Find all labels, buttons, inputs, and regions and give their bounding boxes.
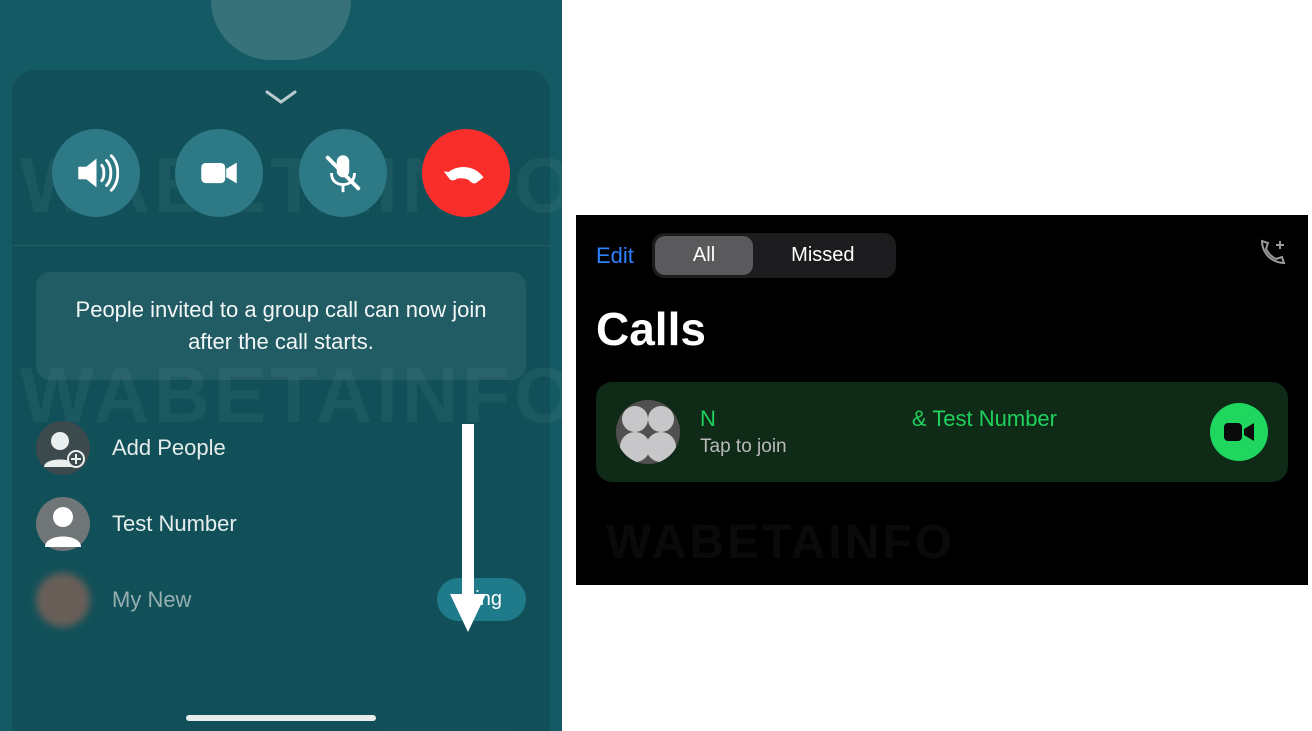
video-icon (196, 150, 242, 196)
participant-row[interactable]: Test Number (36, 486, 526, 562)
call-title-part1: N (700, 406, 716, 432)
avatar (36, 573, 90, 627)
chevron-down-icon (264, 88, 298, 106)
sheet-grabber[interactable] (12, 88, 550, 111)
speaker-button[interactable] (52, 129, 140, 217)
info-banner-text: People invited to a group call can now j… (76, 297, 487, 354)
calls-filter-segment: All Missed (652, 233, 896, 278)
page-title-text: Calls (596, 303, 706, 355)
add-people-icon (36, 421, 90, 475)
new-call-button[interactable] (1256, 237, 1288, 274)
speaker-icon (73, 150, 119, 196)
participant-label: Test Number (112, 511, 526, 537)
calls-screen: WABETAINFO Edit All Missed (576, 215, 1308, 585)
mic-off-icon (320, 150, 366, 196)
call-title-part2: & Test Number (912, 406, 1057, 432)
video-icon (1224, 421, 1254, 443)
call-card-text: N & Test Number Tap to join (700, 406, 1190, 458)
group-avatar (616, 400, 680, 464)
participants-list: Add People Test Number My New Ring (12, 410, 550, 638)
group-call-sheet: WABETAINFO WABETAINFO (0, 0, 562, 731)
participant-row[interactable]: My New Ring (36, 562, 526, 638)
info-banner: People invited to a group call can now j… (36, 272, 526, 380)
phone-plus-icon (1256, 237, 1288, 269)
segment-missed-label: Missed (791, 244, 854, 266)
join-call-button[interactable] (1210, 403, 1268, 461)
segment-all[interactable]: All (655, 236, 753, 275)
video-button[interactable] (175, 129, 263, 217)
home-indicator (186, 715, 376, 721)
phone-hangup-icon (443, 150, 489, 196)
call-card-title: N & Test Number (700, 406, 1190, 432)
segment-all-label: All (693, 244, 715, 266)
participant-label: My New (112, 587, 415, 613)
calls-header: Edit All Missed (596, 233, 1288, 278)
edit-button[interactable]: Edit (596, 243, 634, 269)
call-card-subtitle: Tap to join (700, 436, 1190, 458)
ongoing-call-card[interactable]: N & Test Number Tap to join (596, 382, 1288, 482)
edit-label: Edit (596, 243, 634, 268)
page-title: Calls (596, 302, 1288, 356)
ring-button[interactable]: Ring (437, 578, 526, 621)
ring-button-label: Ring (461, 588, 502, 610)
add-people-row[interactable]: Add People (36, 410, 526, 486)
call-controls-row (12, 129, 550, 246)
right-area: WABETAINFO Edit All Missed (562, 0, 1312, 731)
end-call-button[interactable] (422, 129, 510, 217)
mute-button[interactable] (299, 129, 387, 217)
add-people-label: Add People (112, 435, 526, 461)
watermark: WABETAINFO (606, 515, 955, 570)
caller-avatar-peek (211, 0, 351, 60)
avatar (36, 497, 90, 551)
call-controls-sheet: People invited to a group call can now j… (12, 70, 550, 731)
segment-missed[interactable]: Missed (753, 236, 892, 275)
